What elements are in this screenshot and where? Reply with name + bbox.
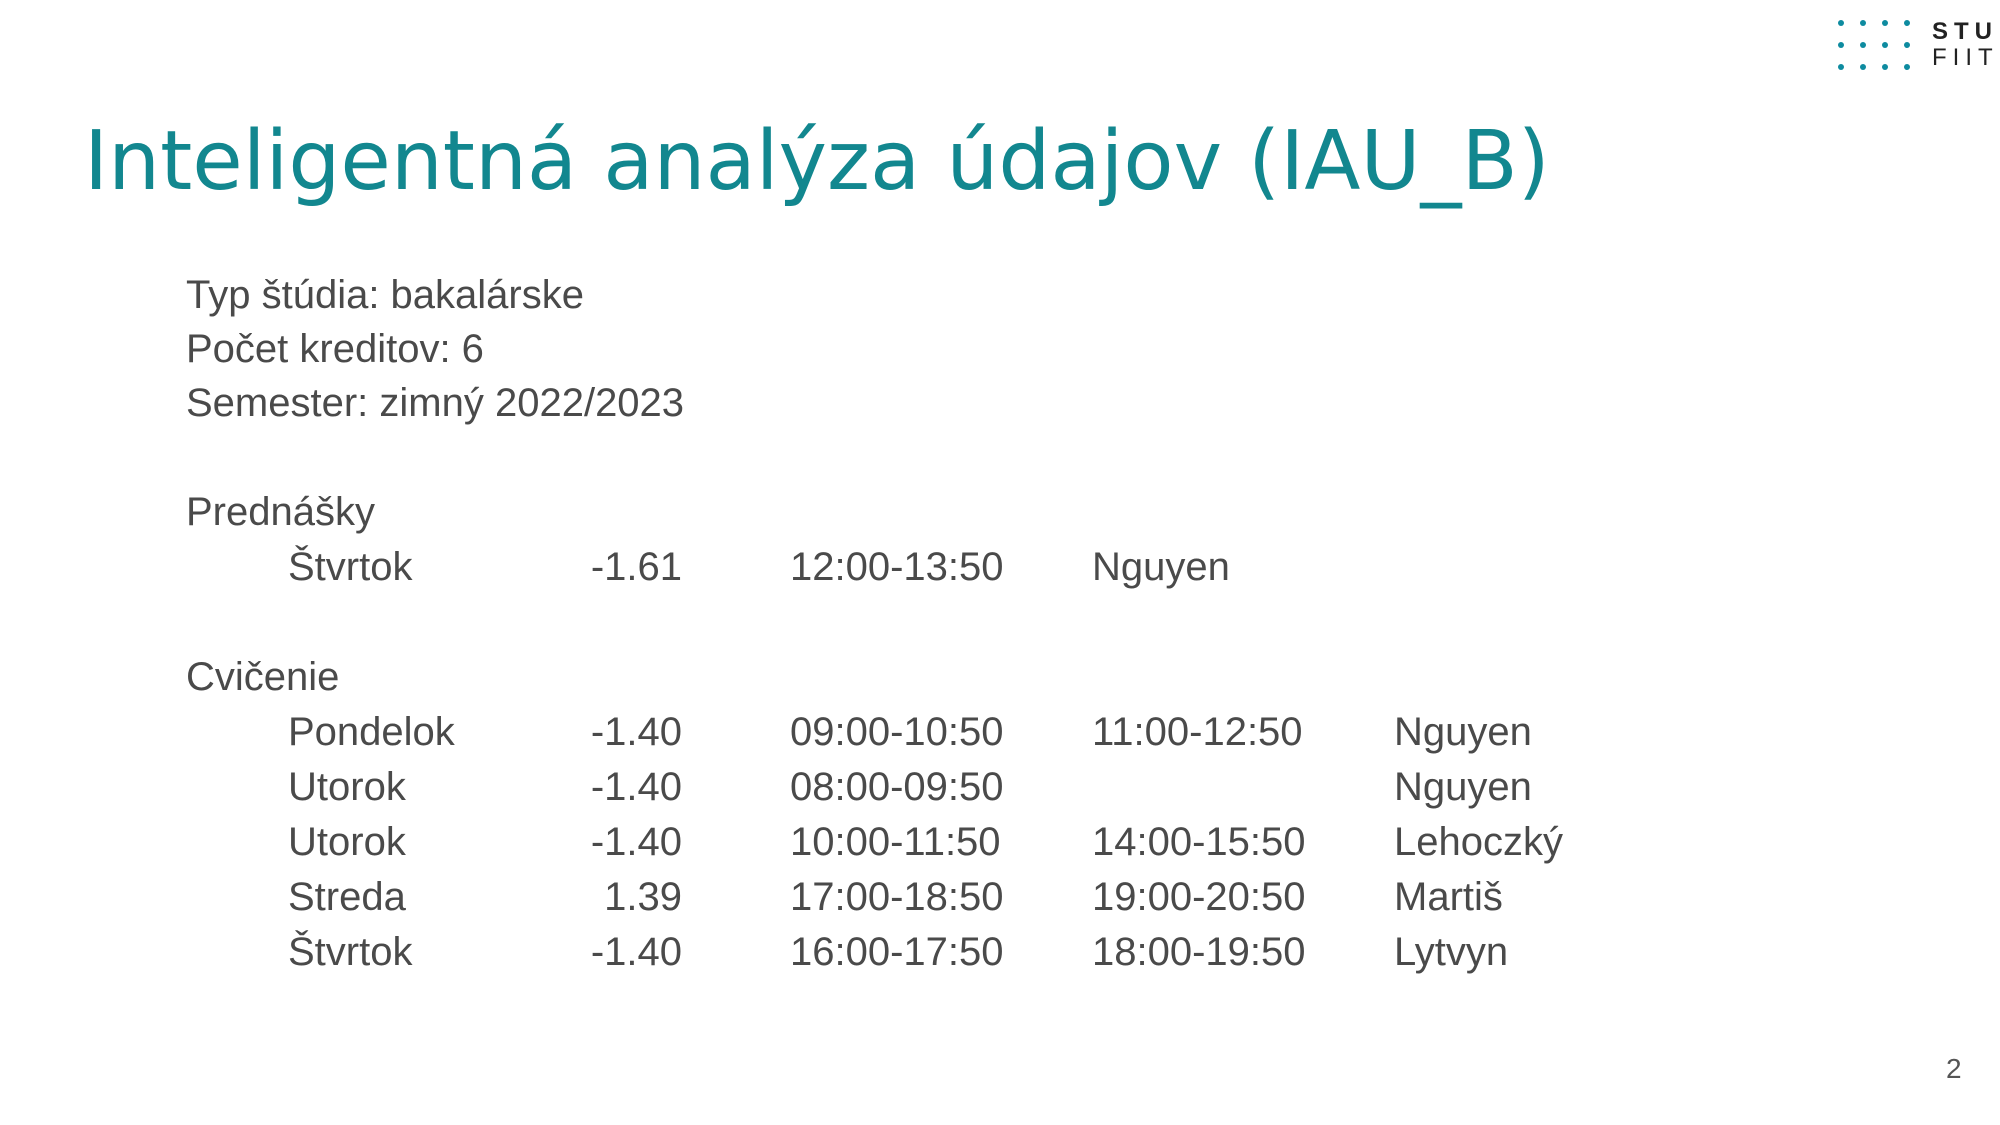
stu-fiit-logo: STU FIIT	[1838, 18, 1993, 74]
semester: Semester: zimný 2022/2023	[186, 381, 685, 425]
lecture-day: Štvrtok	[288, 545, 413, 589]
lecture-row: Štvrtok -1.61 12:00-13:50 Nguyen	[0, 540, 2000, 594]
exercise-row: Utorok -1.40 10:00-11:50 14:00-15:50 Leh…	[0, 815, 2000, 869]
exercise-row: Streda 1.39 17:00-18:50 19:00-20:50 Mart…	[0, 870, 2000, 924]
exercise-time-1: 17:00-18:50	[790, 875, 1004, 919]
exercise-teacher: Lehoczký	[1394, 820, 1563, 864]
credit-count: Počet kreditov: 6	[186, 327, 484, 371]
exercise-time-1: 09:00-10:50	[790, 710, 1004, 754]
exercise-day: Utorok	[288, 765, 406, 809]
exercise-time-1: 10:00-11:50	[790, 820, 1001, 864]
exercise-day: Štvrtok	[288, 930, 413, 974]
page-number: 2	[1946, 1053, 1962, 1084]
exercise-room: -1.40	[590, 820, 682, 864]
exercise-teacher: Nguyen	[1394, 710, 1532, 754]
logo-text-stu: STU	[1932, 18, 1998, 45]
exercise-time-2: 19:00-20:50	[1092, 875, 1306, 919]
exercise-time-2: 18:00-19:50	[1092, 930, 1306, 974]
exercise-row: Štvrtok -1.40 16:00-17:50 18:00-19:50 Ly…	[0, 925, 2000, 979]
exercises-heading: Cvičenie	[186, 655, 340, 699]
slide-title: Inteligentná analýza údajov (IAU_B)	[84, 114, 1550, 209]
exercise-day: Utorok	[288, 820, 406, 864]
exercise-teacher: Martiš	[1394, 875, 1503, 919]
exercise-room: -1.40	[590, 765, 682, 809]
study-type: Typ štúdia: bakalárske	[186, 273, 584, 317]
exercise-room: -1.40	[590, 930, 682, 974]
exercise-room: 1.39	[604, 875, 682, 919]
lecture-time: 12:00-13:50	[790, 545, 1004, 589]
lectures-heading: Prednášky	[186, 490, 375, 534]
exercise-day: Pondelok	[288, 710, 455, 754]
exercise-row: Utorok -1.40 08:00-09:50 Nguyen	[0, 760, 2000, 814]
course-meta: Typ štúdia: bakalárske Počet kreditov: 6…	[186, 268, 684, 430]
exercise-teacher: Nguyen	[1394, 765, 1532, 809]
exercise-day: Streda	[288, 875, 406, 919]
lecture-room: -1.61	[590, 545, 682, 589]
exercise-row: Pondelok -1.40 09:00-10:50 11:00-12:50 N…	[0, 705, 2000, 759]
exercise-time-2: 11:00-12:50	[1092, 710, 1303, 754]
exercise-room: -1.40	[590, 710, 682, 754]
exercise-time-2: 14:00-15:50	[1092, 820, 1306, 864]
exercise-teacher: Lytvyn	[1394, 930, 1509, 974]
exercise-time-1: 08:00-09:50	[790, 765, 1004, 809]
lecture-teacher: Nguyen	[1092, 545, 1230, 589]
exercise-time-1: 16:00-17:50	[790, 930, 1004, 974]
logo-dots-icon	[1838, 20, 1910, 70]
logo-text-fiit: FIIT	[1932, 44, 1999, 71]
